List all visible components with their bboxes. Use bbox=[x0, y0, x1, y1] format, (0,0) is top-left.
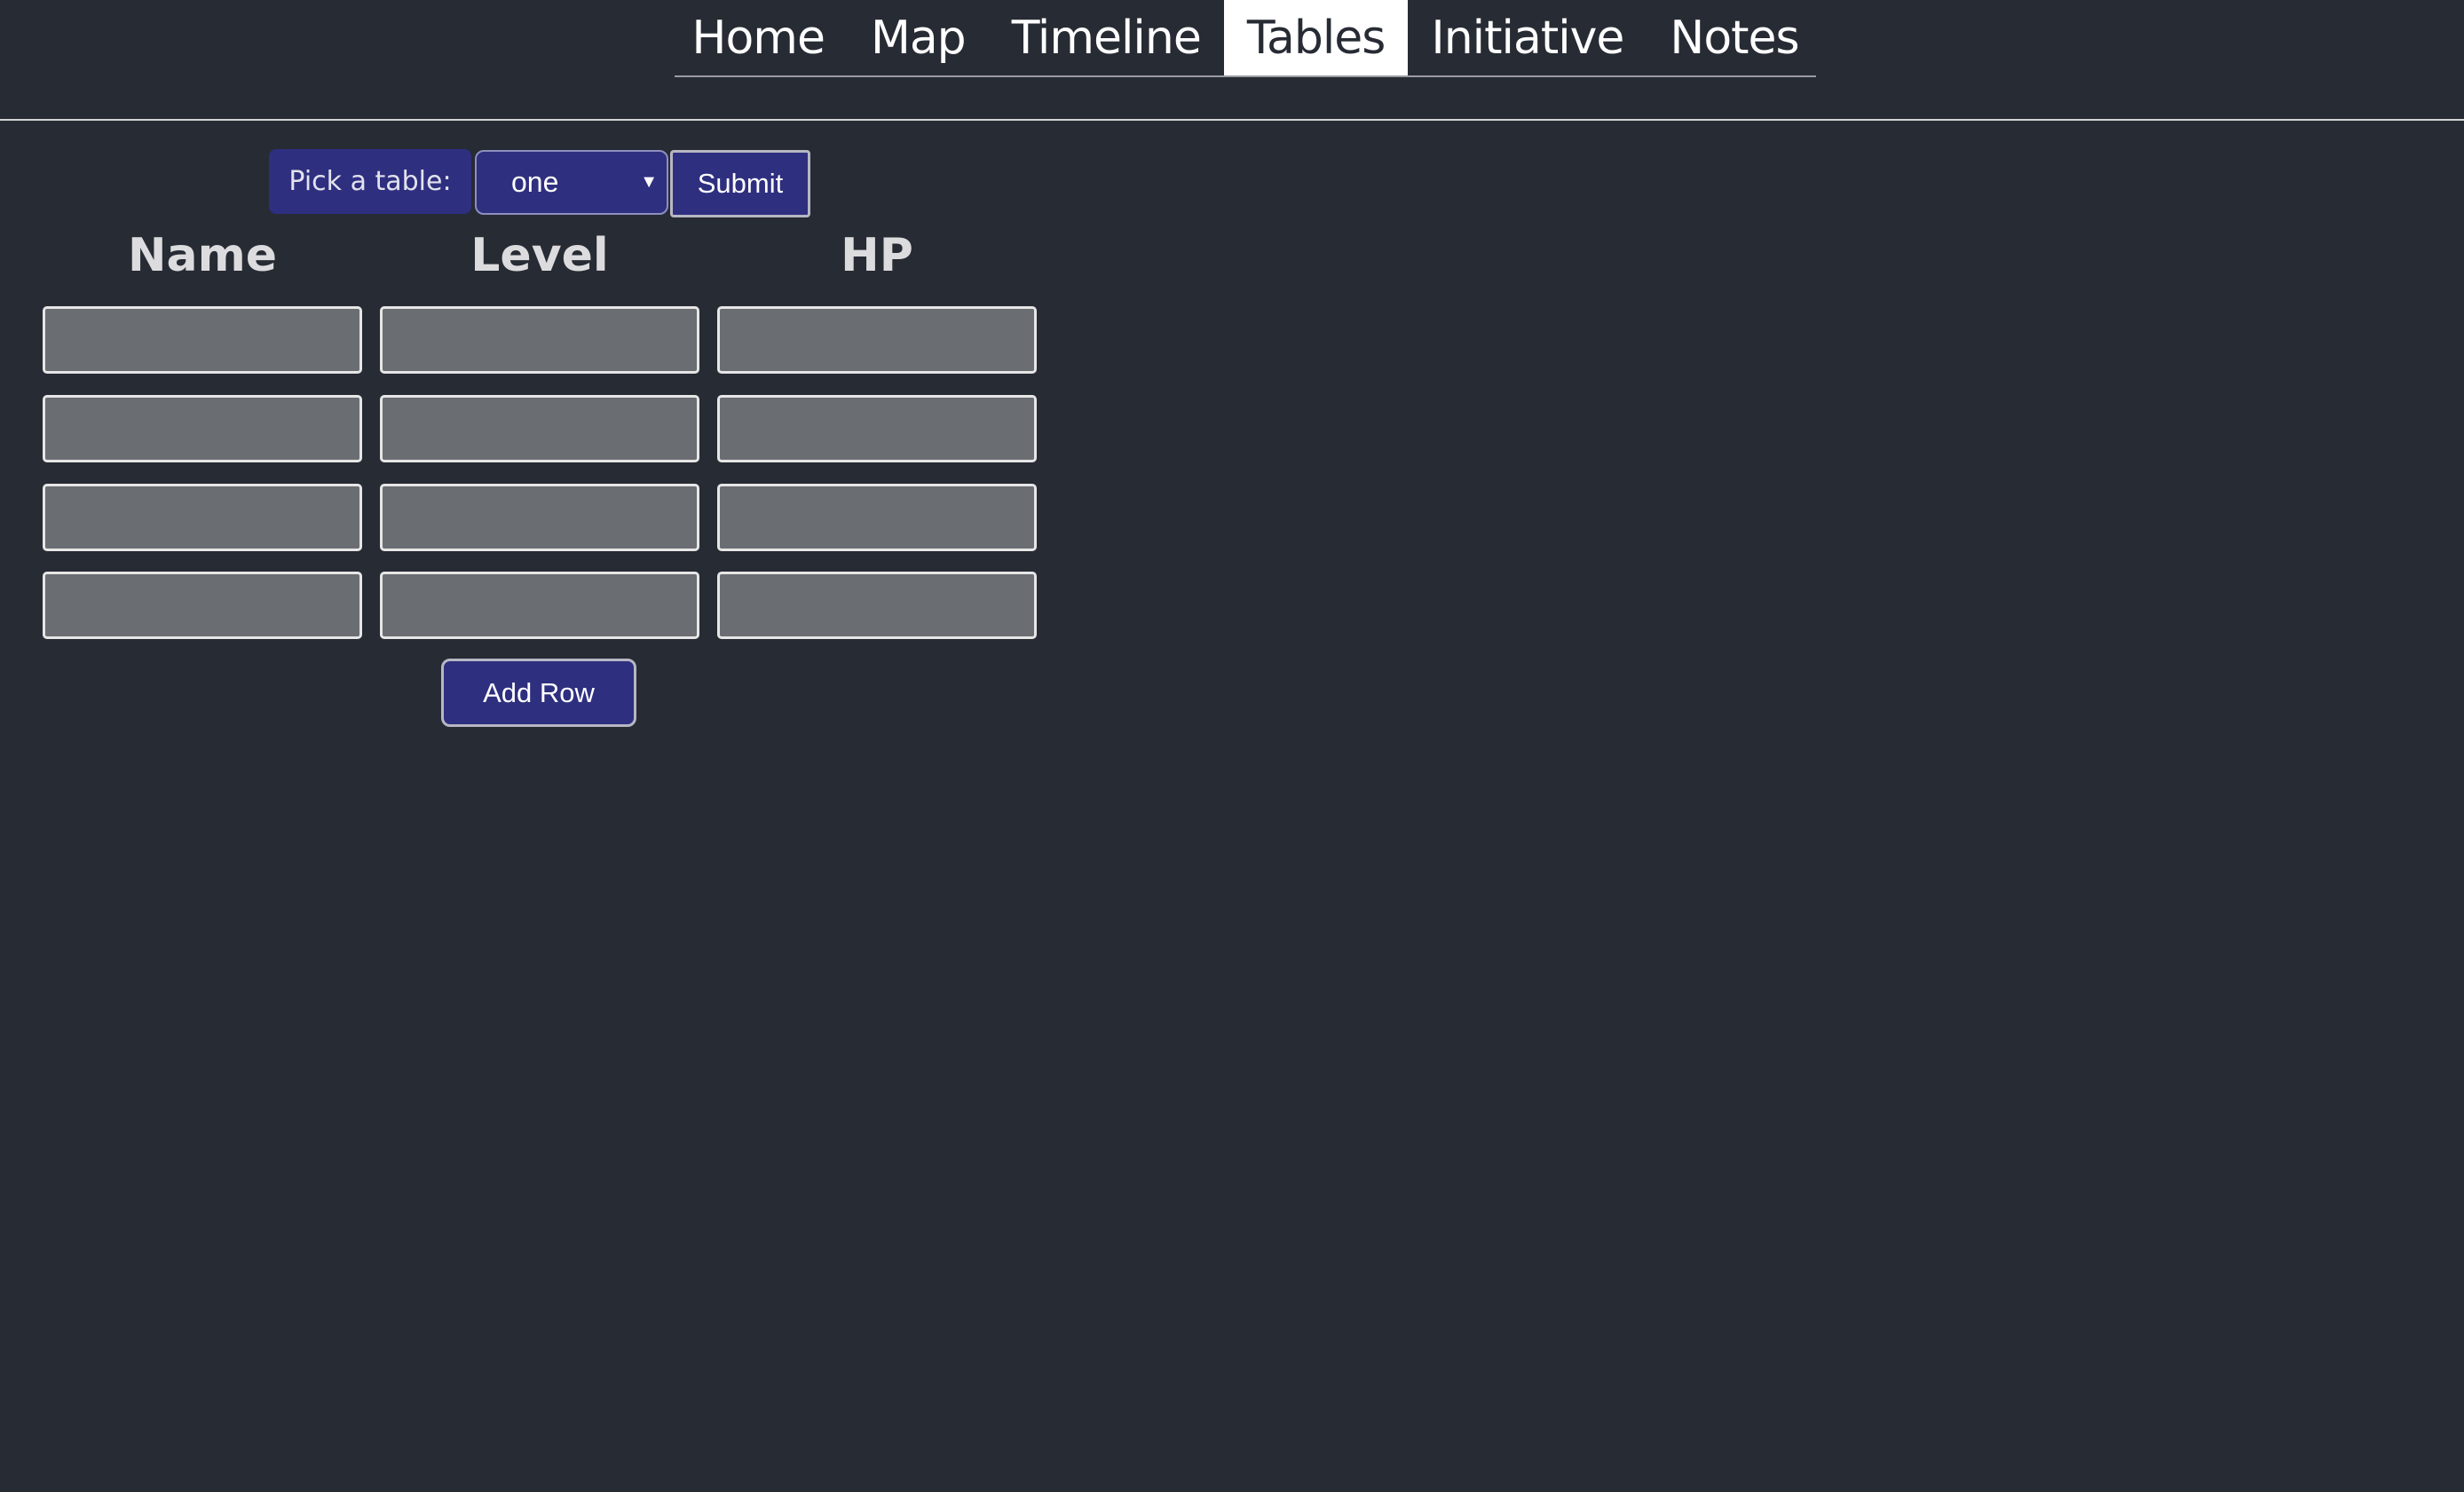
pick-table-label: Pick a table: bbox=[269, 149, 471, 214]
nav-tabs: Home Map Timeline Tables Initiative Note… bbox=[675, 0, 1816, 77]
hp-input[interactable] bbox=[717, 572, 1037, 639]
name-input[interactable] bbox=[43, 306, 362, 374]
tab-notes[interactable]: Notes bbox=[1647, 0, 1821, 75]
dropdown-arrow-icon: ▼ bbox=[640, 172, 658, 192]
submit-button[interactable]: Submit bbox=[670, 150, 810, 217]
app-root: Home Map Timeline Tables Initiative Note… bbox=[0, 0, 2464, 1492]
table-select[interactable]: one ▼ bbox=[475, 150, 668, 215]
column-header-level: Level bbox=[470, 229, 609, 282]
tab-tables[interactable]: Tables bbox=[1223, 0, 1409, 75]
add-row-button[interactable]: Add Row bbox=[441, 659, 636, 727]
column-header-hp: HP bbox=[841, 229, 913, 282]
name-input[interactable] bbox=[43, 572, 362, 639]
level-input[interactable] bbox=[380, 395, 699, 462]
name-input[interactable] bbox=[43, 484, 362, 551]
column-header-name: Name bbox=[127, 229, 278, 282]
tab-timeline[interactable]: Timeline bbox=[989, 0, 1224, 75]
tab-home[interactable]: Home bbox=[668, 0, 848, 75]
table-select-value: one bbox=[511, 166, 559, 198]
tab-initiative[interactable]: Initiative bbox=[1408, 0, 1647, 75]
level-input[interactable] bbox=[380, 306, 699, 374]
name-input[interactable] bbox=[43, 395, 362, 462]
hp-input[interactable] bbox=[717, 306, 1037, 374]
tab-map[interactable]: Map bbox=[848, 0, 989, 75]
hp-input[interactable] bbox=[717, 484, 1037, 551]
level-input[interactable] bbox=[380, 572, 699, 639]
level-input[interactable] bbox=[380, 484, 699, 551]
hp-input[interactable] bbox=[717, 395, 1037, 462]
top-navbar: Home Map Timeline Tables Initiative Note… bbox=[0, 0, 2464, 121]
